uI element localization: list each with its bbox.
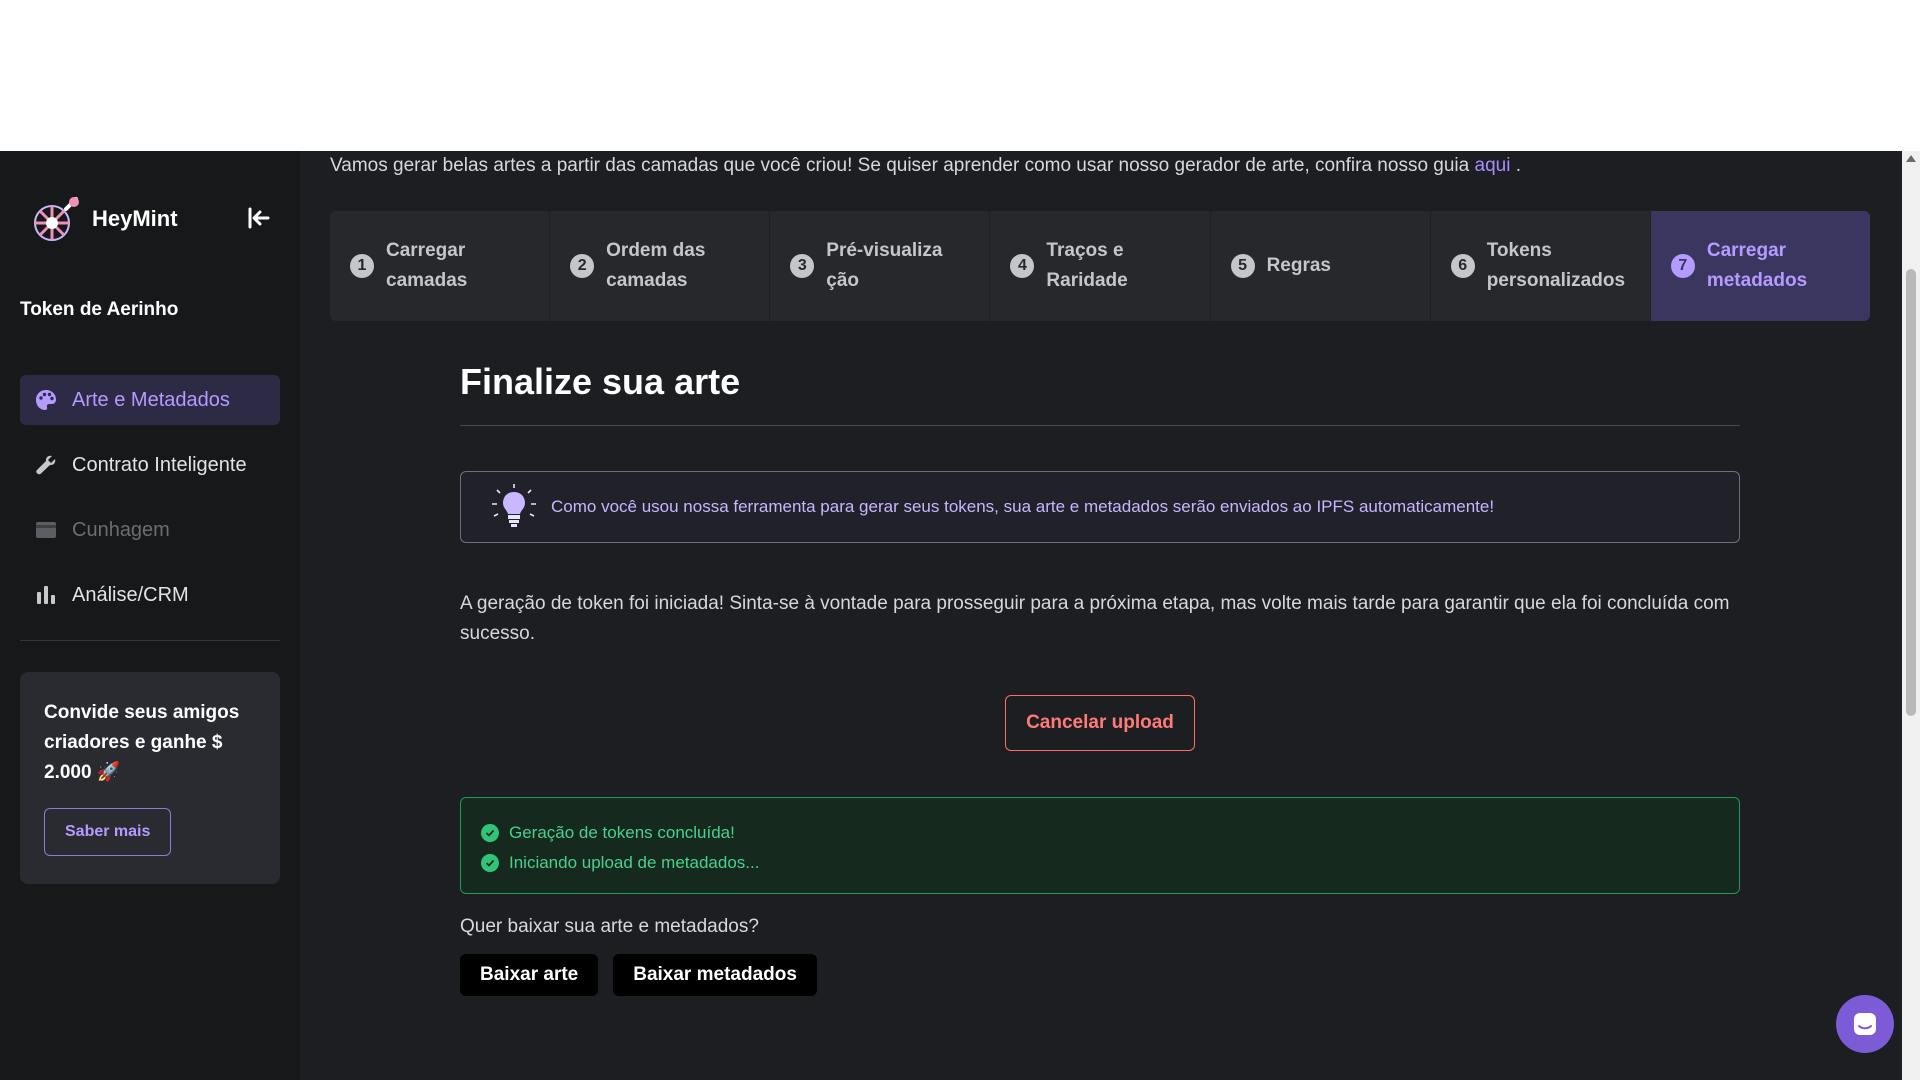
sidebar-item-minting[interactable]: Cunhagem: [20, 505, 280, 555]
sidebar-item-label: Arte e Metadados: [72, 388, 230, 411]
status-line: Geração de tokens concluída!: [481, 818, 1719, 848]
cancel-wrap: Cancelar upload: [460, 695, 1740, 751]
learn-more-button[interactable]: Saber mais: [44, 808, 172, 856]
collapse-sidebar-icon[interactable]: [246, 205, 272, 231]
card-icon: [34, 518, 58, 542]
main-content: Vamos gerar belas artes a partir das cam…: [300, 151, 1902, 1080]
download-buttons: Baixar arte Baixar metadados: [460, 954, 1740, 996]
step-label: Pré-visualização: [826, 240, 943, 291]
page-scrollbar[interactable]: [1902, 151, 1920, 1080]
sidebar-item-smart-contract[interactable]: Contrato Inteligente: [20, 440, 280, 490]
step-number: 6: [1450, 254, 1475, 278]
chat-launcher-button[interactable]: [1836, 995, 1894, 1053]
step-number: 3: [790, 254, 815, 278]
scroll-up-arrow-icon[interactable]: [1906, 155, 1916, 162]
step-rules[interactable]: 5 Regras: [1211, 211, 1431, 321]
palette-icon: [34, 388, 58, 412]
cancel-upload-button[interactable]: Cancelar upload: [1005, 695, 1195, 751]
brand-name: HeyMint: [92, 206, 178, 231]
invite-card: Convide seus amigos criadores e ganhe $ …: [20, 672, 280, 884]
step-preview[interactable]: 3 Pré-visualização: [770, 211, 991, 321]
step-label: Carregar camadas: [386, 240, 468, 291]
status-paragraph: A geração de token foi iniciada! Sinta-s…: [460, 593, 1730, 644]
step-number: 2: [570, 254, 595, 278]
status-text: Geração de tokens concluída!: [509, 823, 735, 842]
sidebar-nav: Arte e Metadados Contrato Inteligente Cu…: [20, 375, 280, 635]
step-number: 7: [1670, 254, 1695, 278]
project-name: Token de Aerinho: [20, 299, 179, 320]
intro-text: Vamos gerar belas artes a partir das cam…: [330, 155, 1521, 177]
progress-status-box: Geração de tokens concluída! Iniciando u…: [460, 797, 1740, 894]
step-traits-rarity[interactable]: 4 Traços e Raridade: [990, 211, 1211, 321]
scroll-thumb[interactable]: [1906, 269, 1916, 716]
download-art-button[interactable]: Baixar arte: [460, 954, 599, 996]
download-metadata-button[interactable]: Baixar metadados: [613, 954, 817, 996]
sidebar: HeyMint Token de Aerinho Arte e Metadado…: [0, 151, 300, 1080]
info-text: Como você usou nossa ferramenta para ger…: [551, 497, 1495, 516]
guide-link[interactable]: aqui: [1475, 155, 1511, 176]
app-window: HeyMint Token de Aerinho Arte e Metadado…: [0, 151, 1902, 1080]
brand[interactable]: HeyMint: [28, 191, 178, 247]
sidebar-divider: [20, 640, 280, 641]
invite-text: Convide seus amigos criadores e ganhe $ …: [44, 702, 240, 783]
step-number: 1: [350, 254, 374, 278]
lightbulb-icon: [492, 484, 536, 527]
step-custom-tokens[interactable]: 6 Tokens personalizados: [1431, 211, 1651, 321]
sidebar-item-label: Análise/CRM: [72, 583, 189, 606]
title-divider: [460, 425, 1740, 426]
step-number: 5: [1230, 254, 1255, 278]
step-upload-metadata[interactable]: 7 Carregar metadados: [1650, 211, 1870, 321]
page-title: Finalize sua arte: [460, 361, 741, 402]
intro-tail: .: [1510, 155, 1521, 176]
download-question: Quer baixar sua arte e metadados?: [460, 916, 759, 937]
sidebar-item-label: Cunhagem: [72, 518, 170, 541]
heymint-logo-icon: [34, 197, 79, 241]
intro-sentence: Vamos gerar belas artes a partir das cam…: [330, 155, 1475, 176]
check-circle-icon: [481, 854, 499, 872]
steps-bar: 1 Carregar camadas 2 Ordem das camadas 3 Pr…: [330, 211, 1870, 321]
status-line: Iniciando upload de metadados...: [481, 848, 1719, 878]
step-label: Ordem das camadas: [606, 240, 706, 291]
step-label: Tokens personalizados: [1486, 240, 1626, 291]
status-text: Iniciando upload de metadados...: [509, 853, 760, 872]
bar-chart-icon: [34, 583, 58, 607]
step-label: Carregar metadados: [1706, 240, 1808, 291]
check-circle-icon: [481, 824, 499, 842]
sidebar-item-analytics-crm[interactable]: Análise/CRM: [20, 570, 280, 620]
step-number: 4: [1010, 254, 1035, 278]
browser-top-area: [0, 0, 1920, 151]
step-label: Regras: [1266, 255, 1331, 276]
info-banner: Como você usou nossa ferramenta para ger…: [460, 471, 1740, 543]
step-label: Traços e Raridade: [1046, 240, 1128, 291]
sidebar-item-art-metadata[interactable]: Arte e Metadados: [20, 375, 280, 425]
sidebar-item-label: Contrato Inteligente: [72, 453, 247, 476]
step-upload-layers[interactable]: 1 Carregar camadas: [330, 211, 551, 321]
chat-icon: [1854, 1013, 1876, 1035]
wrench-icon: [34, 453, 58, 477]
step-layer-order[interactable]: 2 Ordem das camadas: [550, 211, 771, 321]
finalize-section: Finalize sua arte Como você usou nossa f…: [460, 361, 1740, 996]
